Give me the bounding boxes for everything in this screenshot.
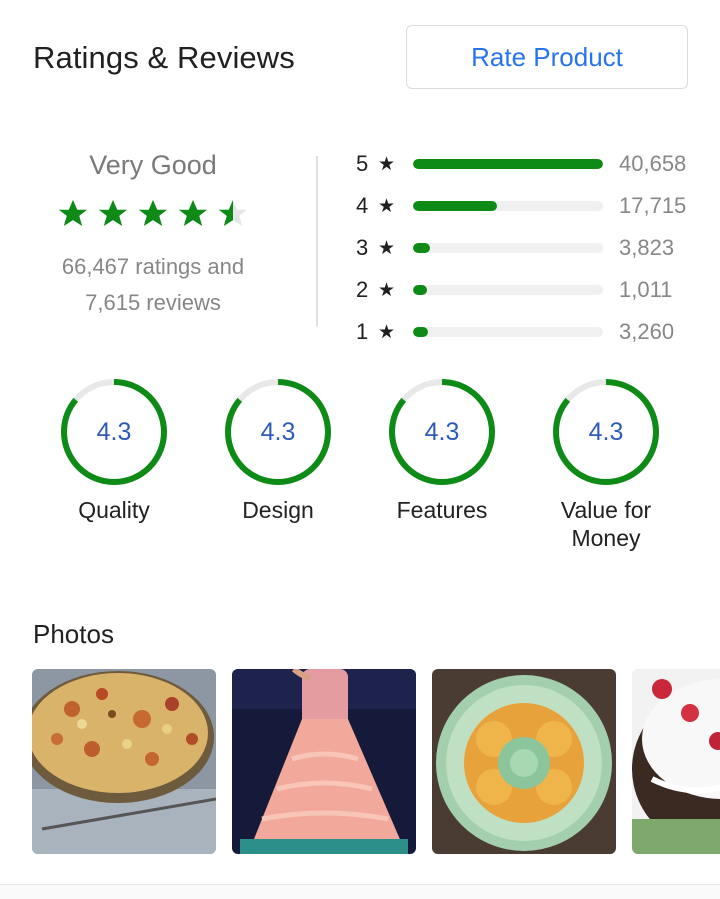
rating-bar-fill — [413, 159, 603, 169]
star-icon: ★ — [378, 237, 396, 259]
rating-count: 40,658 — [619, 151, 687, 176]
rating-bar-fill — [413, 243, 431, 253]
rating-bar-track — [413, 285, 603, 295]
rating-bar-track — [413, 243, 603, 253]
rating-count: 3,823 — [619, 235, 675, 260]
star-number: 3 — [356, 235, 369, 260]
star-icon — [138, 199, 168, 227]
photo-pizza[interactable] — [32, 669, 216, 854]
rate-product-button[interactable]: Rate Product — [406, 25, 688, 89]
half-star-icon — [218, 199, 248, 227]
ratings-count: 66,467 ratings and — [61, 254, 245, 279]
progress-ring: 4.3 — [386, 376, 498, 488]
rating-row-1: 1 ★ 3,260 — [356, 311, 696, 353]
star-rating — [30, 197, 276, 231]
photo-flower-cake[interactable] — [432, 669, 616, 854]
metric-value-for-money: 4.3 Value for Money — [522, 376, 690, 552]
rating-bar-fill — [413, 201, 497, 211]
metric-value: 4.3 — [96, 417, 132, 446]
star-icon — [178, 199, 208, 227]
photo-black-forest-cake[interactable] — [632, 669, 720, 854]
metric-label: Design — [242, 497, 314, 523]
star-number: 4 — [356, 193, 369, 218]
metric-features: 4.3 Features — [358, 376, 526, 524]
section-title: Ratings & Reviews — [33, 40, 295, 75]
metric-value: 4.3 — [260, 417, 296, 446]
star-icon: ★ — [378, 279, 396, 301]
star-icon: ★ — [378, 321, 396, 343]
star-icon: ★ — [378, 153, 396, 175]
divider — [316, 156, 318, 326]
progress-ring: 4.3 — [222, 376, 334, 488]
photos-title: Photos — [33, 619, 114, 649]
rating-count: 17,715 — [619, 193, 687, 218]
progress-ring: 4.3 — [58, 376, 170, 488]
next-section-edge — [0, 884, 720, 899]
rating-row-5: 5 ★ 40,658 — [356, 143, 696, 185]
rating-bar-track — [413, 201, 603, 211]
reviews-count: 7,615 reviews — [85, 290, 221, 315]
progress-ring: 4.3 — [550, 376, 662, 488]
photos-carousel[interactable] — [32, 669, 720, 855]
rating-row-3: 3 ★ 3,823 — [356, 227, 696, 269]
star-number: 5 — [356, 151, 369, 176]
rating-count: 3,260 — [619, 319, 675, 344]
metric-label: Features — [396, 497, 488, 523]
metric-label: Value for Money — [560, 497, 652, 551]
star-number: 2 — [356, 277, 369, 302]
star-icon: ★ — [378, 195, 396, 217]
photo-doll-cake[interactable] — [232, 669, 416, 854]
star-number: 1 — [356, 319, 369, 344]
metric-design: 4.3 Design — [194, 376, 362, 524]
rating-row-2: 2 ★ 1,011 — [356, 269, 696, 311]
rating-bar-fill — [413, 327, 429, 337]
metric-quality: 4.3 Quality — [30, 376, 198, 524]
rating-label: Very Good — [89, 150, 217, 180]
rating-bar-fill — [413, 285, 427, 295]
metric-label: Quality — [78, 497, 150, 523]
rating-distribution: 5 ★ 40,658 4 ★ 17,715 3 ★ 3,823 2 ★ 1,01… — [356, 143, 696, 353]
rating-summary: Very Good 66,467 ratings and 7,615 revie… — [30, 150, 276, 321]
rating-count: 1,011 — [619, 277, 673, 302]
metric-value: 4.3 — [588, 417, 624, 446]
star-icon — [98, 199, 128, 227]
rating-bar-track — [413, 327, 603, 337]
rating-bar-track — [413, 159, 603, 169]
metric-value: 4.3 — [424, 417, 460, 446]
star-icon — [58, 199, 88, 227]
rating-row-4: 4 ★ 17,715 — [356, 185, 696, 227]
